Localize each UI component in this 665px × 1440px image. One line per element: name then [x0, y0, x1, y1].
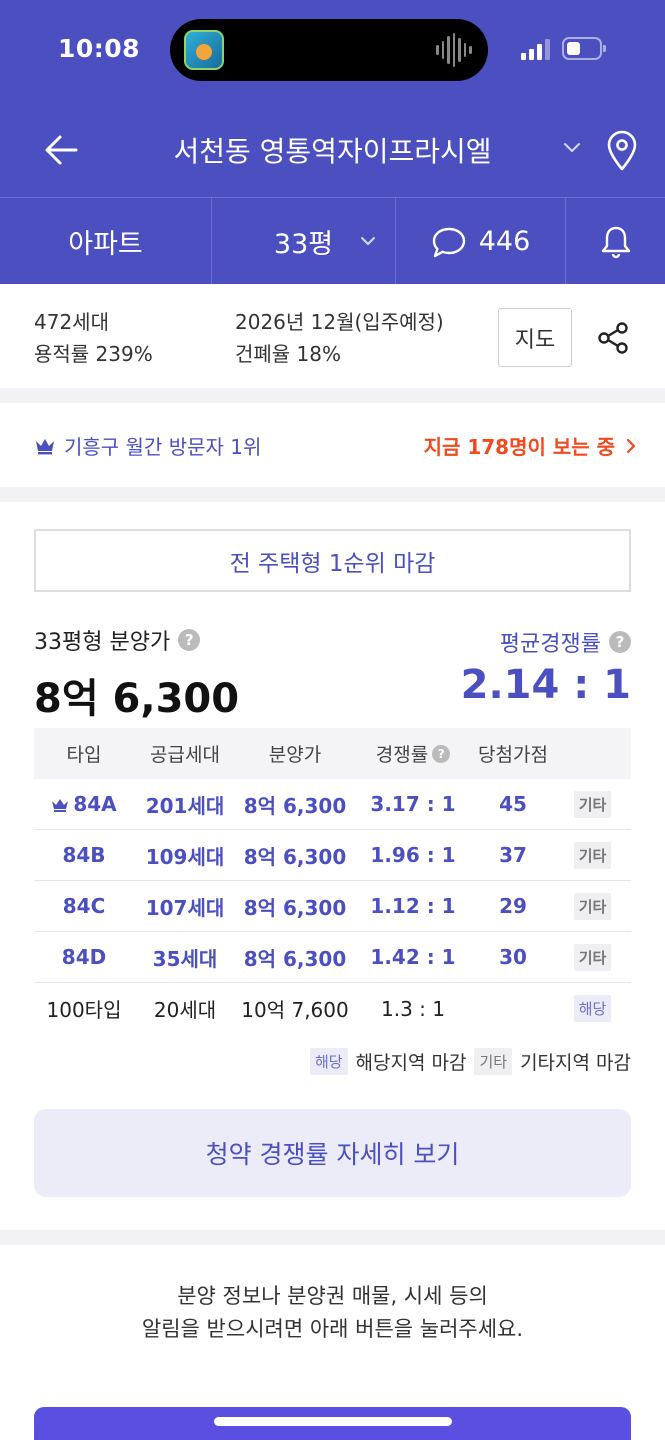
move-in-date: 2026년 12월(입주예정) [235, 310, 444, 334]
region-tag: 기타 [573, 943, 612, 971]
share-icon[interactable] [597, 321, 629, 355]
top-bar: 서천동 영통역자이프라시엘 [0, 100, 665, 197]
help-icon[interactable]: ? [178, 629, 201, 651]
notice-line-1: 분양 정보나 분양권 매물, 시세 등의 [177, 1284, 488, 1308]
region-tag: 기타 [573, 841, 612, 869]
map-button[interactable]: 지도 [498, 308, 572, 367]
cell-supply: 107세대 [145, 895, 225, 920]
household-count: 472세대 [34, 310, 109, 334]
page-title[interactable]: 서천동 영통역자이프라시엘 [110, 130, 555, 170]
price-label: 33평형 분양가 [34, 630, 171, 655]
cell-type: 84B [62, 843, 106, 867]
column-header: 분양가 [268, 744, 322, 766]
back-arrow-icon[interactable] [40, 128, 84, 172]
cell-price: 10억 7,600 [241, 998, 349, 1022]
cell-supply: 201세대 [145, 793, 225, 818]
status-bar: 10:08 [0, 0, 665, 100]
chevron-down-icon [361, 237, 375, 245]
avg-competition-label: 평균경쟁률 [499, 632, 601, 657]
cell-price: 8억 6,300 [243, 793, 347, 818]
crown-icon [36, 438, 54, 454]
price-value: 8억 6,300 [34, 676, 240, 722]
signal-icon [521, 38, 551, 60]
battery-icon [562, 37, 606, 60]
crown-icon [52, 799, 69, 812]
cell-supply: 109세대 [145, 844, 225, 869]
live-viewers-text: 지금 178명이 보는 중 [423, 435, 615, 459]
cell-supply: 20세대 [153, 998, 217, 1022]
tab-comments[interactable]: 446 [396, 198, 566, 285]
region-tag: 기타 [573, 790, 612, 818]
table-row: 100타입 20세대 10억 7,600 1.3 : 1 해당 [34, 983, 631, 1034]
audio-wave-icon [436, 33, 473, 67]
cell-score: 37 [499, 843, 527, 867]
notice-line-2: 알림을 받으시려면 아래 버튼을 눌러주세요. [141, 1317, 524, 1341]
help-icon[interactable]: ? [609, 631, 631, 653]
tab-size-label: 33평 [273, 229, 334, 260]
status-time: 10:08 [58, 34, 141, 63]
avg-competition-value: 2.14 : 1 [460, 662, 631, 708]
cell-ratio: 1.12 : 1 [370, 894, 456, 918]
building-coverage-ratio: 건폐율 18% [235, 342, 342, 366]
dynamic-island [170, 19, 488, 81]
tab-property-type[interactable]: 아파트 [0, 198, 212, 285]
location-pin-icon[interactable] [604, 130, 640, 172]
bell-icon [601, 226, 630, 258]
complex-info: 472세대 용적률 239% 2026년 12월(입주예정) 건폐율 18% 지… [0, 284, 665, 388]
table-row: 84B 109세대 8억 6,300 1.96 : 1 37 기타 [34, 830, 631, 881]
cell-price: 8억 6,300 [243, 895, 347, 920]
cell-type: 100타입 [46, 998, 122, 1022]
help-icon[interactable]: ? [432, 744, 451, 763]
table-row: 84D 35세대 8억 6,300 1.42 : 1 30 기타 [34, 932, 631, 983]
legend-local-tag: 해당 [309, 1048, 348, 1075]
cell-type: 84C [62, 894, 106, 918]
chevron-down-icon[interactable] [560, 135, 584, 159]
cell-type: 84A [73, 792, 117, 816]
table-row: 84A 201세대 8억 6,300 3.17 : 1 45 기타 [34, 779, 631, 830]
region-tag: 기타 [573, 892, 612, 920]
visitor-banner[interactable]: 기흥구 월간 방문자 1위 지금 178명이 보는 중 [0, 403, 665, 487]
comment-count: 446 [478, 226, 531, 257]
cell-score: 45 [499, 792, 527, 816]
notification-prompt: 분양 정보나 분양권 매물, 시세 등의 알림을 받으시려면 아래 버튼을 눌러… [0, 1245, 665, 1440]
region-tag: 해당 [573, 995, 612, 1022]
chevron-right-icon [626, 438, 636, 453]
cell-ratio: 1.96 : 1 [370, 843, 456, 867]
home-indicator[interactable] [214, 1417, 452, 1426]
column-header: 공급세대 [150, 744, 220, 766]
visitor-rank-text: 기흥구 월간 방문자 1위 [64, 435, 262, 459]
table-header: 타입 공급세대 분양가 경쟁률 ? 당첨가점 [34, 728, 631, 779]
cell-ratio: 1.3 : 1 [381, 996, 445, 1021]
cell-supply: 35세대 [152, 946, 218, 971]
app-header: 10:08 서천동 영통역자이프라시엘 아파트 33평 446 [0, 0, 665, 285]
tab-property-type-label: 아파트 [68, 229, 143, 260]
cell-price: 8억 6,300 [243, 844, 347, 869]
cell-ratio: 1.42 : 1 [370, 945, 456, 969]
cell-score: 30 [499, 945, 527, 969]
column-header: 당첨가점 [478, 744, 548, 766]
tab-size-select[interactable]: 33평 [212, 198, 396, 285]
tab-notifications[interactable] [566, 198, 665, 285]
comment-bubble-icon [432, 227, 465, 257]
competition-table: 타입 공급세대 분양가 경쟁률 ? 당첨가점 84A 201세대 8억 6,30… [34, 728, 631, 1034]
floor-area-ratio: 용적률 239% [34, 342, 153, 366]
subscription-section: 전 주택형 1순위 마감 33평형 분양가 ? 8억 6,300 평균경쟁률 ?… [0, 502, 665, 1230]
cell-price: 8억 6,300 [243, 946, 347, 971]
header-tabs: 아파트 33평 446 [0, 197, 665, 285]
column-header: 타입 [66, 744, 102, 766]
region-legend: 해당 해당지역 마감 기타 기타지역 마감 [309, 1048, 631, 1075]
now-playing-app-icon [184, 30, 224, 70]
cell-type: 84D [61, 945, 107, 969]
table-row: 84C 107세대 8억 6,300 1.12 : 1 29 기타 [34, 881, 631, 932]
legend-other-text: 기타지역 마감 [520, 1052, 631, 1074]
legend-other-tag: 기타 [474, 1048, 513, 1075]
legend-local-text: 해당지역 마감 [355, 1052, 467, 1074]
column-header: 경쟁률 [375, 744, 429, 766]
competition-detail-button[interactable]: 청약 경쟁률 자세히 보기 [34, 1109, 631, 1197]
cell-ratio: 3.17 : 1 [370, 792, 456, 816]
closed-status-box: 전 주택형 1순위 마감 [34, 529, 631, 592]
cell-score: 29 [499, 894, 527, 918]
